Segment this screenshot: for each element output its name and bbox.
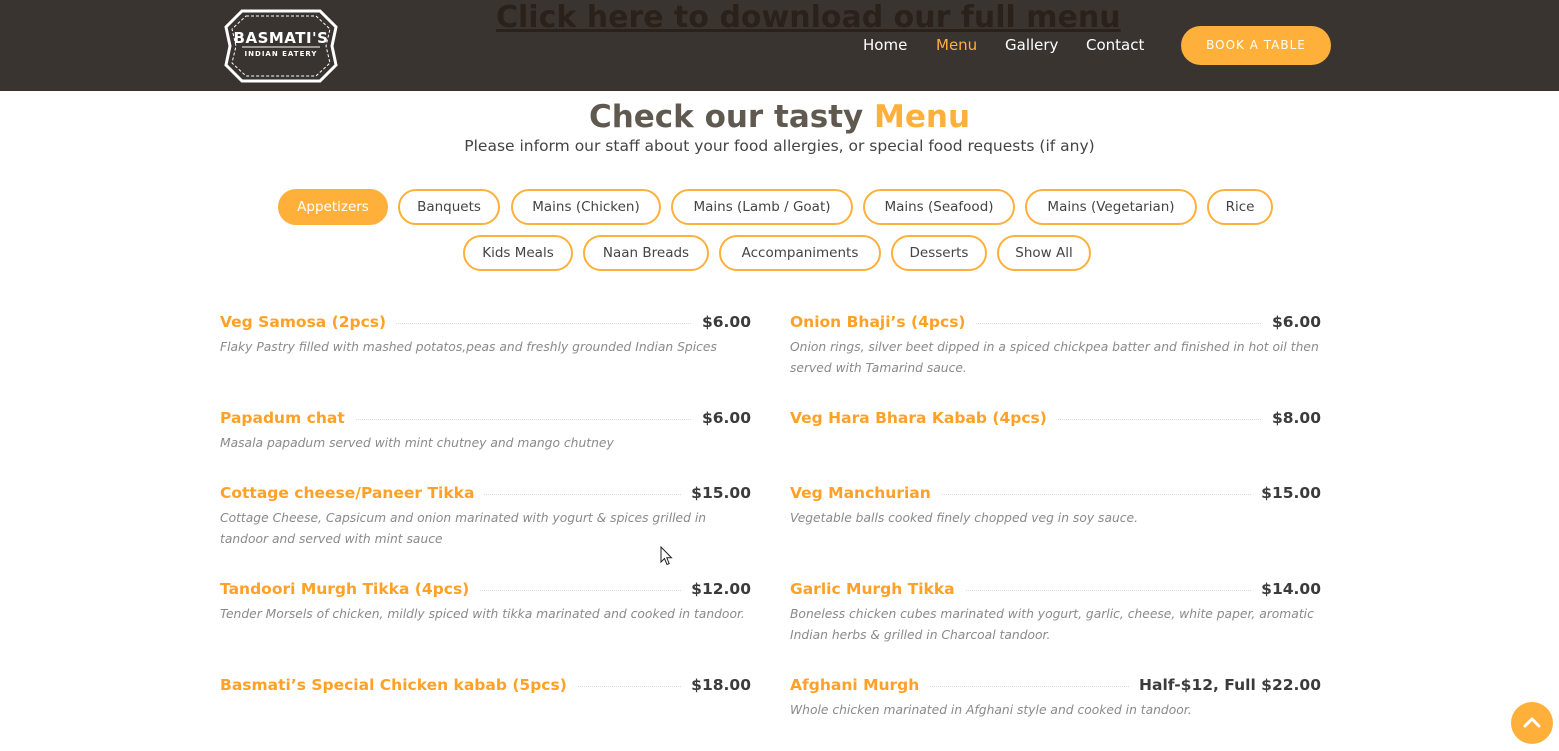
nav-gallery[interactable]: Gallery xyxy=(1005,36,1058,54)
menu-item-description: Cottage Cheese, Capsicum and onion marin… xyxy=(220,511,707,546)
menu-item-price: $6.00 xyxy=(691,409,751,427)
filter-accompaniments[interactable]: Accompaniments xyxy=(719,235,881,271)
filter-rice[interactable]: Rice xyxy=(1207,189,1273,225)
filter-show-all[interactable]: Show All xyxy=(997,235,1091,271)
book-a-table-button[interactable]: BOOK A TABLE xyxy=(1181,26,1331,65)
menu-item-price: $12.00 xyxy=(681,580,751,598)
menu-item-price: Half-$12, Full $22.00 xyxy=(1129,676,1321,694)
menu-item-description: Tender Morsels of chicken, mildly spiced… xyxy=(220,607,745,621)
mouse-pointer-icon xyxy=(660,545,674,566)
menu-item-price: $8.00 xyxy=(1261,409,1321,427)
menu-item-price: $14.00 xyxy=(1251,580,1321,598)
nav-home[interactable]: Home xyxy=(863,36,907,54)
logo[interactable]: BASMATI'S INDIAN EATERY xyxy=(222,7,340,85)
filter-naan-breads[interactable]: Naan Breads xyxy=(583,235,709,271)
menu-item-price: $6.00 xyxy=(691,313,751,331)
section-title-accent: Menu xyxy=(874,99,971,135)
filter-appetizers[interactable]: Appetizers xyxy=(278,189,388,225)
menu-item-price: $15.00 xyxy=(681,484,751,502)
filter-kids-meals[interactable]: Kids Meals xyxy=(463,235,573,271)
menu-item-name: Garlic Murgh Tikka xyxy=(790,580,965,598)
menu-item-description: Boneless chicken cubes marinated with yo… xyxy=(790,607,1314,642)
menu-item-name: Onion Bhaji’s (4pcs) xyxy=(790,313,976,331)
menu-item-description: Masala papadum served with mint chutney … xyxy=(220,436,614,450)
download-menu-link[interactable]: Click here to download our full menu xyxy=(496,0,1121,35)
filter-mains-seafood[interactable]: Mains (Seafood) xyxy=(863,189,1015,225)
logo-name: BASMATI'S xyxy=(233,29,329,47)
section-title-main: Check our tasty xyxy=(588,99,864,135)
menu-item-price: $15.00 xyxy=(1251,484,1321,502)
logo-tagline: INDIAN EATERY xyxy=(244,50,318,58)
section-subtitle: Please inform our staff about your food … xyxy=(464,137,1095,155)
chevron-up-icon xyxy=(1523,717,1541,728)
menu-item-description: Flaky Pastry filled with mashed potatos,… xyxy=(220,340,717,354)
menu-item-description: Whole chicken marinated in Afghani style… xyxy=(790,703,1192,717)
filter-desserts[interactable]: Desserts xyxy=(891,235,987,271)
filter-mains-lamb-goat[interactable]: Mains (Lamb / Goat) xyxy=(671,189,853,225)
menu-item-name: Cottage cheese/Paneer Tikka xyxy=(220,484,485,502)
menu-item-name: Veg Samosa (2pcs) xyxy=(220,313,397,331)
menu-item-price: $6.00 xyxy=(1261,313,1321,331)
filter-mains-chicken[interactable]: Mains (Chicken) xyxy=(511,189,661,225)
menu-item-name: Veg Hara Bhara Kabab (4pcs) xyxy=(790,409,1057,427)
menu-item-description: Onion rings, silver beet dipped in a spi… xyxy=(790,340,1319,375)
nav-contact[interactable]: Contact xyxy=(1086,36,1144,54)
menu-item-name: Afghani Murgh xyxy=(790,676,930,694)
menu-item-name: Papadum chat xyxy=(220,409,355,427)
filter-mains-vegetarian[interactable]: Mains (Vegetarian) xyxy=(1025,189,1197,225)
menu-item-price: $18.00 xyxy=(681,676,751,694)
menu-item-name: Veg Manchurian xyxy=(790,484,941,502)
nav-menu[interactable]: Menu xyxy=(936,36,977,54)
menu-item-description: Vegetable balls cooked finely chopped ve… xyxy=(790,511,1139,525)
section-title: Check our tasty Menu xyxy=(0,99,1559,135)
back-to-top-button[interactable] xyxy=(1511,702,1553,744)
filter-banquets[interactable]: Banquets xyxy=(398,189,500,225)
menu-item-name: Basmati’s Special Chicken kabab (5pcs) xyxy=(220,676,577,694)
menu-item-name: Tandoori Murgh Tikka (4pcs) xyxy=(220,580,480,598)
